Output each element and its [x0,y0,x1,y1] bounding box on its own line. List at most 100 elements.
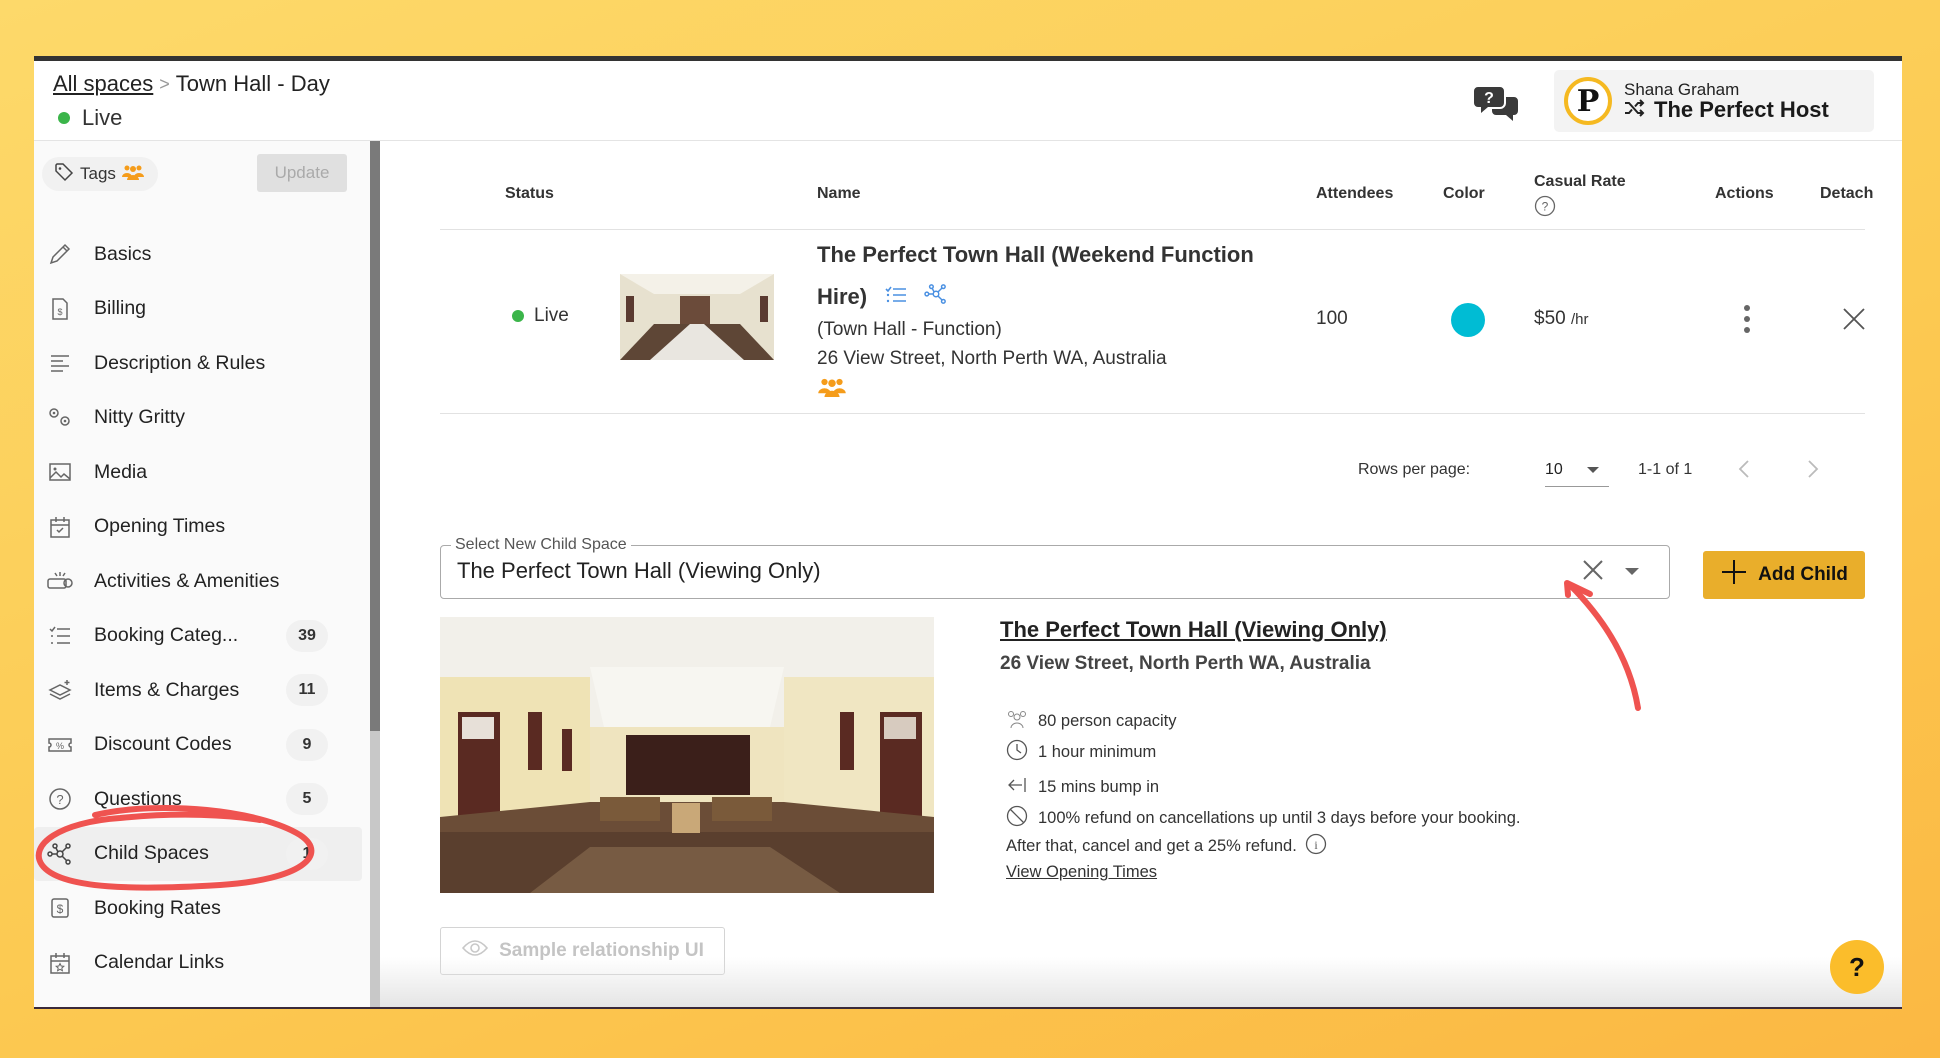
main-content: Status Name Attendees Color Casual Rate … [380,141,1902,1007]
space-thumbnail[interactable] [620,274,774,360]
tag-icon [54,162,74,187]
column-header-status[interactable]: Status [505,185,554,203]
breadcrumb: All spaces > Town Hall - Day [53,71,330,97]
sidebar-item-share-this-space[interactable]: Share This Space [34,990,370,1007]
child-space-title-link[interactable]: The Perfect Town Hall (Viewing Only) [1000,617,1387,643]
update-button[interactable]: Update [257,154,347,192]
sidebar-item-nitty-gritty[interactable]: Nitty Gritty [34,391,370,446]
sidebar-item-label: Booking Categ... [94,624,239,647]
sidebar-item-description-rules[interactable]: Description & Rules [34,336,370,391]
feature-bump-in: 15 mins bump in [1006,775,1159,800]
sidebar-item-questions[interactable]: ? Questions 5 [34,772,370,827]
plus-icon [1720,558,1748,592]
help-button[interactable]: ? [1830,940,1884,994]
sidebar-item-calendar-links[interactable]: Calendar Links [34,936,370,991]
count-badge: 39 [286,619,328,652]
breadcrumb-all-spaces[interactable]: All spaces [53,71,153,97]
sidebar-item-label: Share This Space [94,1006,249,1007]
svg-text:?: ? [1542,200,1549,214]
sidebar-item-media[interactable]: Media [34,445,370,500]
sidebar-item-activities-amenities[interactable]: Activities & Amenities [34,554,370,609]
network-link-icon[interactable] [923,277,949,319]
rate-value: $50 [1534,308,1566,329]
column-header-attendees[interactable]: Attendees [1316,185,1393,203]
rows-per-page-select[interactable]: 10 [1545,453,1609,487]
sidebar-item-label: Basics [94,242,152,265]
sidebar-item-label: Questions [94,787,182,810]
tags-button[interactable]: Tags [42,157,158,191]
child-space-select[interactable]: Select New Child Space The Perfect Town … [440,536,1670,599]
group-icon [121,164,144,185]
detach-close-icon[interactable] [1842,307,1866,336]
feature-capacity: 80 person capacity [1006,709,1177,734]
sidebar-item-label: Media [94,460,148,483]
row-name[interactable]: The Perfect Town Hall (Weekend Function … [817,234,1297,319]
page-header: All spaces > Town Hall - Day Live ? P Sh… [34,61,1902,141]
sidebar-item-child-spaces[interactable]: Child Spaces 1 [34,826,362,881]
add-child-button[interactable]: Add Child [1703,551,1865,599]
eye-icon [461,938,489,964]
sidebar-item-basics[interactable]: Basics [34,227,370,282]
sidebar-item-discount-codes[interactable]: % Discount Codes 9 [34,718,370,773]
feature-text: 1 hour minimum [1038,743,1157,761]
feature-cancellation: 100% refund on cancellations up until 3 … [1006,805,1521,832]
prev-page-icon[interactable] [1737,459,1751,484]
table-row-divider [440,413,1865,414]
checklist-link-icon[interactable] [885,277,907,319]
feature-text: 15 mins bump in [1038,778,1160,796]
live-status-dot [58,112,70,124]
info-icon[interactable]: i [1305,833,1327,860]
sidebar-scrollbar-thumb[interactable] [370,141,380,731]
question-circle-icon: ? [46,785,74,813]
clear-selection-icon[interactable] [1581,558,1605,587]
child-space-select-label: Select New Child Space [451,536,631,554]
calendar-check-icon [46,513,74,541]
svg-text:%: % [56,741,64,751]
dollar-square-icon: $ [46,894,74,922]
breadcrumb-separator: > [159,73,170,94]
column-header-casual-rate[interactable]: Casual Rate [1534,173,1626,191]
live-status-dot [512,310,524,322]
chevron-down-icon[interactable] [1625,568,1639,575]
casual-rate-help-icon[interactable]: ? [1534,195,1556,222]
projector-icon [46,567,74,595]
view-opening-times-link[interactable]: View Opening Times [1006,863,1157,882]
gears-icon [46,404,74,432]
row-actions-menu-icon[interactable] [1743,304,1751,334]
count-badge: 1 [286,837,328,870]
sidebar-item-label: Nitty Gritty [94,406,185,429]
next-page-icon[interactable] [1806,459,1820,484]
sidebar-item-label: Description & Rules [94,351,266,374]
breadcrumb-current: Town Hall - Day [175,71,330,96]
refund-note: After that, cancel and get a 25% refund.… [1006,833,1327,860]
row-color-swatch[interactable] [1451,303,1485,337]
sidebar-item-items-charges[interactable]: Items & Charges 11 [34,663,370,718]
shuffle-icon [1624,98,1646,121]
count-badge: 9 [286,728,328,761]
column-header-color[interactable]: Color [1443,185,1485,203]
sidebar-scrollbar[interactable] [370,141,380,1007]
sidebar: Tags Update Basics $ Billing Description… [34,141,380,1007]
sidebar-item-booking-categories[interactable]: Booking Categ... 39 [34,609,370,664]
sidebar-item-booking-rates[interactable]: $ Booking Rates [34,881,370,936]
sidebar-item-opening-times[interactable]: Opening Times [34,500,370,555]
row-attendees: 100 [1316,308,1348,329]
sidebar-item-billing[interactable]: $ Billing [34,282,370,337]
space-status: Live [58,105,122,131]
refund-note-text: After that, cancel and get a 25% refund. [1006,837,1297,855]
sample-relationship-button: Sample relationship UI [440,927,725,975]
share-icon [46,1003,74,1007]
cancel-icon [1006,805,1028,832]
org-logo: P [1564,77,1612,125]
count-badge: 11 [286,674,328,707]
sidebar-nav: Basics $ Billing Description & Rules Nit… [34,227,370,1007]
sidebar-item-label: Discount Codes [94,733,232,756]
help-chat-icon[interactable]: ? [1474,83,1520,123]
account-switcher[interactable]: P Shana Graham The Perfect Host [1554,70,1874,132]
row-address: 26 View Street, North Perth WA, Australi… [817,348,1167,369]
column-header-name[interactable]: Name [817,185,861,203]
checklist-icon [46,622,74,650]
svg-text:$: $ [57,902,64,916]
sidebar-item-label: Child Spaces [94,842,209,865]
sidebar-item-label: Activities & Amenities [94,569,280,592]
